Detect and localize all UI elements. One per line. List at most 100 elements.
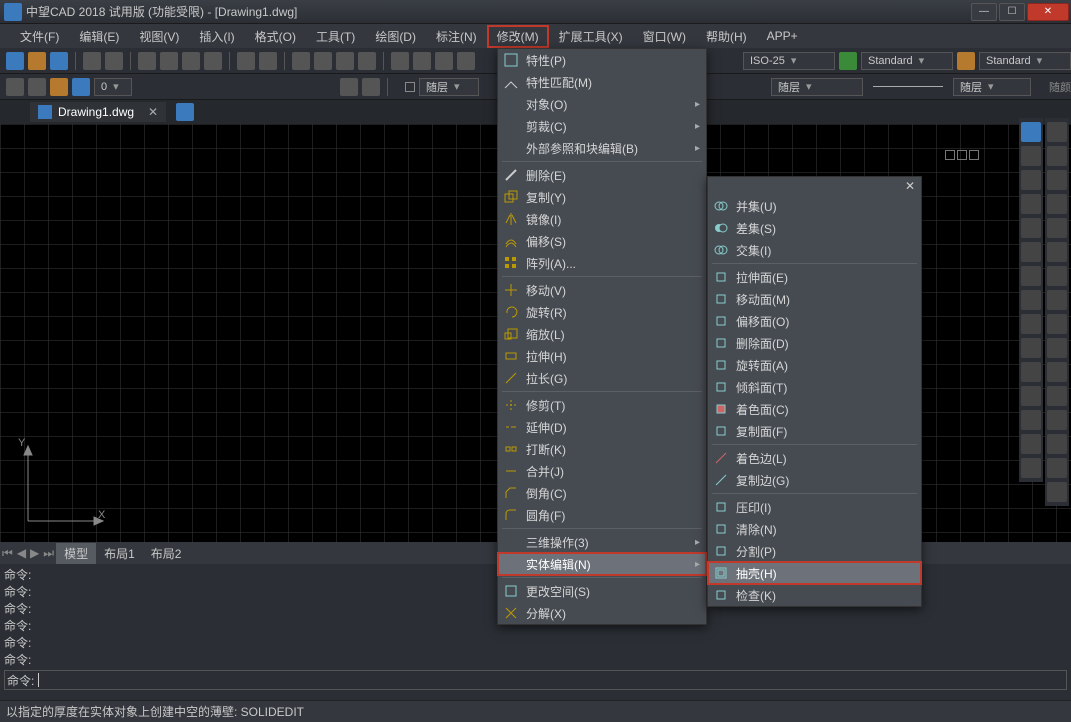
menu-item-coloredge[interactable]: 着色边(L) [708, 447, 921, 469]
text-style-select[interactable]: Standard [861, 52, 953, 70]
menu-item-xrefblk[interactable]: 外部参照和块编辑(B) [498, 137, 706, 159]
menu-item-array[interactable]: 阵列(A)... [498, 252, 706, 274]
undo-icon[interactable] [237, 52, 255, 70]
menu-item-moveface[interactable]: 移动面(M) [708, 288, 921, 310]
palette-icon[interactable] [1047, 218, 1067, 238]
palette-icon[interactable] [1047, 482, 1067, 502]
palette-icon[interactable] [1021, 242, 1041, 262]
minimize-button[interactable]: — [971, 3, 997, 21]
color-select[interactable]: 随层 [419, 78, 479, 96]
menu-item-stretch[interactable]: 拉伸(H) [498, 345, 706, 367]
copy-icon[interactable] [160, 52, 178, 70]
zoom-prev-icon[interactable] [358, 52, 376, 70]
layer-state-icon[interactable] [28, 78, 46, 96]
tab-first-icon[interactable]: ⏮ [0, 546, 15, 561]
menu-window[interactable]: 窗口(W) [633, 25, 696, 48]
print-icon[interactable] [83, 52, 101, 70]
palette-icon[interactable] [1047, 410, 1067, 430]
redo-icon[interactable] [259, 52, 277, 70]
palette-icon[interactable] [1047, 146, 1067, 166]
lineweight-select[interactable]: 随层 [953, 78, 1031, 96]
layer-select[interactable]: 0 [94, 78, 132, 96]
menu-item-lengthen[interactable]: 拉长(G) [498, 367, 706, 389]
menu-item-extrudeface[interactable]: 拉伸面(E) [708, 266, 921, 288]
menu-item-matchprop[interactable]: 特性匹配(M) [498, 71, 706, 93]
design-center-icon[interactable] [413, 52, 431, 70]
submenu-close-icon[interactable]: ✕ [905, 179, 915, 193]
palette-icon[interactable] [1021, 122, 1041, 142]
open-icon[interactable] [28, 52, 46, 70]
palette-icon[interactable] [1047, 338, 1067, 358]
menu-item-clean[interactable]: 清除(N) [708, 518, 921, 540]
menu-item-clip[interactable]: 剪裁(C) [498, 115, 706, 137]
table-style-select[interactable]: Standard [979, 52, 1071, 70]
palette-icon[interactable] [1047, 266, 1067, 286]
menu-item-break[interactable]: 打断(K) [498, 438, 706, 460]
menu-item-3dops[interactable]: 三维操作(3) [498, 531, 706, 553]
tab-model[interactable]: 模型 [56, 543, 96, 564]
linetype-select[interactable]: 随层 [771, 78, 863, 96]
menu-item-explode[interactable]: 分解(X) [498, 602, 706, 624]
palette-icon[interactable] [1047, 194, 1067, 214]
menu-ext[interactable]: 扩展工具(X) [549, 25, 633, 48]
pan-icon[interactable] [292, 52, 310, 70]
menu-item-subtract[interactable]: 差集(S) [708, 217, 921, 239]
paste-icon[interactable] [182, 52, 200, 70]
palette-icon[interactable] [1047, 290, 1067, 310]
menu-item-offset[interactable]: 偏移(S) [498, 230, 706, 252]
block-edit-icon[interactable] [362, 78, 380, 96]
palette-icon[interactable] [1047, 386, 1067, 406]
palette-icon[interactable] [1021, 362, 1041, 382]
preview-icon[interactable] [105, 52, 123, 70]
tab-layout1[interactable]: 布局1 [96, 543, 143, 564]
cut-icon[interactable] [138, 52, 156, 70]
menu-item-separate[interactable]: 分割(P) [708, 540, 921, 562]
menu-item-join[interactable]: 合并(J) [498, 460, 706, 482]
menu-help[interactable]: 帮助(H) [696, 25, 757, 48]
viewport-controls[interactable] [945, 150, 985, 166]
calculator-icon[interactable] [457, 52, 475, 70]
table-style-icon[interactable] [957, 52, 975, 70]
menu-item-union[interactable]: 并集(U) [708, 195, 921, 217]
menu-item-object[interactable]: 对象(O) [498, 93, 706, 115]
menu-item-properties[interactable]: 特性(P) [498, 49, 706, 71]
palette-icon[interactable] [1047, 170, 1067, 190]
menu-item-imprint[interactable]: 压印(I) [708, 496, 921, 518]
new-icon[interactable] [6, 52, 24, 70]
command-input[interactable]: 命令: [4, 670, 1067, 690]
menu-item-fillet[interactable]: 圆角(F) [498, 504, 706, 526]
menu-dimension[interactable]: 标注(N) [426, 25, 487, 48]
tab-last-icon[interactable]: ⏭ [41, 546, 56, 561]
menu-app[interactable]: APP+ [757, 26, 808, 46]
maximize-button[interactable]: ☐ [999, 3, 1025, 21]
tool-palettes-icon[interactable] [435, 52, 453, 70]
menu-item-move[interactable]: 移动(V) [498, 279, 706, 301]
tab-layout2[interactable]: 布局2 [143, 543, 190, 564]
save-icon[interactable] [50, 52, 68, 70]
block-icon[interactable] [340, 78, 358, 96]
color-swatch[interactable] [405, 82, 415, 92]
palette-icon[interactable] [1047, 314, 1067, 334]
menu-item-colorface[interactable]: 着色面(C) [708, 398, 921, 420]
palette-icon[interactable] [1021, 386, 1041, 406]
zoom-icon[interactable] [314, 52, 332, 70]
menu-item-shell[interactable]: 抽壳(H) [708, 562, 921, 584]
menu-item-changespace[interactable]: 更改空间(S) [498, 580, 706, 602]
menu-modify[interactable]: 修改(M) [487, 25, 549, 48]
layer-freeze-icon[interactable] [50, 78, 68, 96]
palette-icon[interactable] [1021, 146, 1041, 166]
palette-icon[interactable] [1021, 194, 1041, 214]
menu-item-copyedge[interactable]: 复制边(G) [708, 469, 921, 491]
palette-icon[interactable] [1021, 410, 1041, 430]
menu-item-erase[interactable]: 删除(E) [498, 164, 706, 186]
close-tab-icon[interactable]: ✕ [148, 105, 158, 119]
palette-icon[interactable] [1021, 458, 1041, 478]
menu-item-taperface[interactable]: 倾斜面(T) [708, 376, 921, 398]
palette-icon[interactable] [1021, 434, 1041, 454]
menu-item-mirror[interactable]: 镜像(I) [498, 208, 706, 230]
dim-style-select[interactable]: ISO-25 [743, 52, 835, 70]
menu-item-solidedit[interactable]: 实体编辑(N) [498, 553, 706, 575]
tab-next-icon[interactable]: ▶ [28, 546, 41, 560]
close-button[interactable]: ✕ [1027, 3, 1069, 21]
zoom-window-icon[interactable] [336, 52, 354, 70]
